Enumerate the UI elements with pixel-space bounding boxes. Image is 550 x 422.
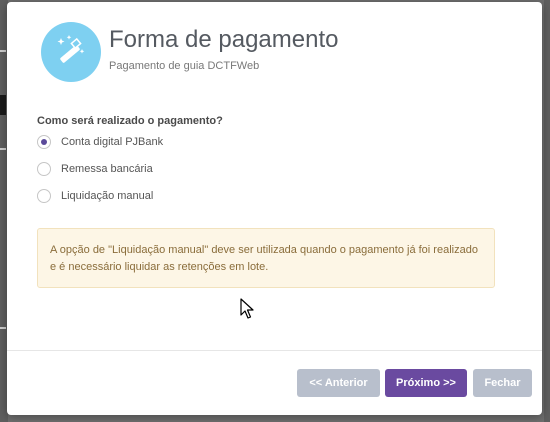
modal-title: Forma de pagamento (109, 26, 339, 53)
backdrop-divider (0, 50, 6, 52)
radio-remessa-bancaria[interactable] (37, 162, 51, 176)
backdrop-right (544, 0, 550, 422)
payment-method-question: Como será realizado o pagamento? (37, 115, 223, 127)
next-button[interactable]: Próximo >> (385, 369, 467, 397)
backdrop-heading-fragment (0, 95, 6, 115)
previous-button[interactable]: << Anterior (297, 369, 380, 397)
radio-conta-digital[interactable] (37, 135, 51, 149)
option-label: Remessa bancária (61, 163, 153, 175)
modal-subtitle: Pagamento de guia DCTFWeb (109, 60, 260, 72)
radio-liquidacao-manual[interactable] (37, 189, 51, 203)
option-liquidacao-manual[interactable]: Liquidação manual (37, 187, 153, 205)
manual-liquidation-notice: A opção de "Liquidação manual" deve ser … (37, 228, 495, 288)
mouse-cursor-icon (240, 298, 254, 319)
backdrop-divider (0, 327, 6, 329)
header-icon-badge (41, 22, 101, 82)
option-conta-digital[interactable]: Conta digital PJBank (37, 133, 163, 151)
option-label: Conta digital PJBank (61, 136, 164, 148)
option-remessa-bancaria[interactable]: Remessa bancária (37, 160, 153, 178)
payment-modal: Forma de pagamento Pagamento de guia DCT… (7, 2, 542, 415)
option-label: Liquidação manual (61, 190, 154, 202)
magic-wand-icon (57, 35, 85, 63)
close-button[interactable]: Fechar (473, 369, 532, 397)
footer-divider (7, 350, 542, 351)
backdrop-divider (0, 148, 6, 150)
